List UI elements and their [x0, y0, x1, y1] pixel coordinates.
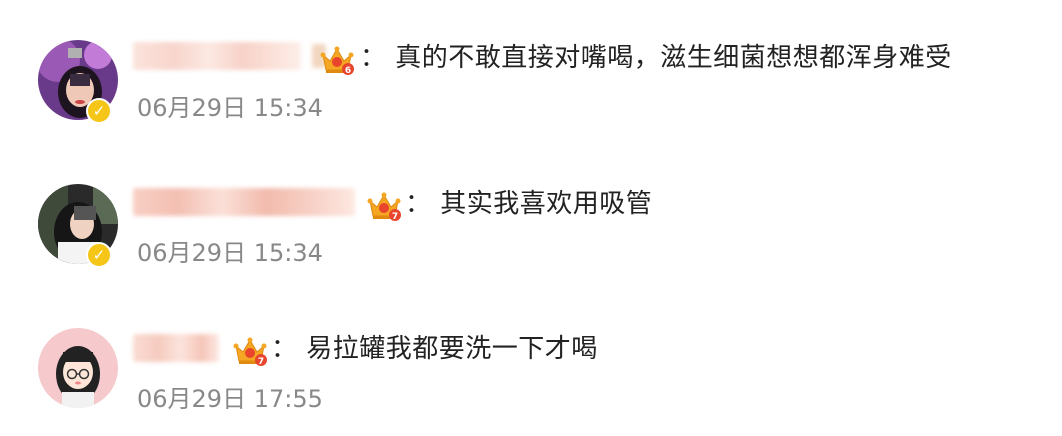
comment-timestamp: 06月29日 17:55 — [137, 385, 323, 413]
vip-crown-icon: 7 — [367, 192, 401, 222]
vip-crown-icon: 7 — [233, 337, 267, 367]
comment-item: 7 ： 易拉罐我都要洗一下才喝 06月29日 17:55 — [0, 0, 1062, 413]
avatar-image — [38, 328, 118, 408]
verified-badge-icon: ✓ — [86, 242, 112, 268]
svg-text:7: 7 — [392, 212, 398, 222]
comment-timestamp: 06月29日 15:34 — [137, 239, 323, 267]
username-redacted[interactable] — [133, 334, 219, 362]
comment-text: ： 其实我喜欢用吸管 — [405, 189, 653, 219]
user-avatar[interactable] — [38, 328, 118, 408]
username-redacted[interactable] — [133, 188, 355, 216]
svg-text:7: 7 — [258, 357, 264, 367]
comment-text: ： 易拉罐我都要洗一下才喝 — [271, 334, 598, 364]
